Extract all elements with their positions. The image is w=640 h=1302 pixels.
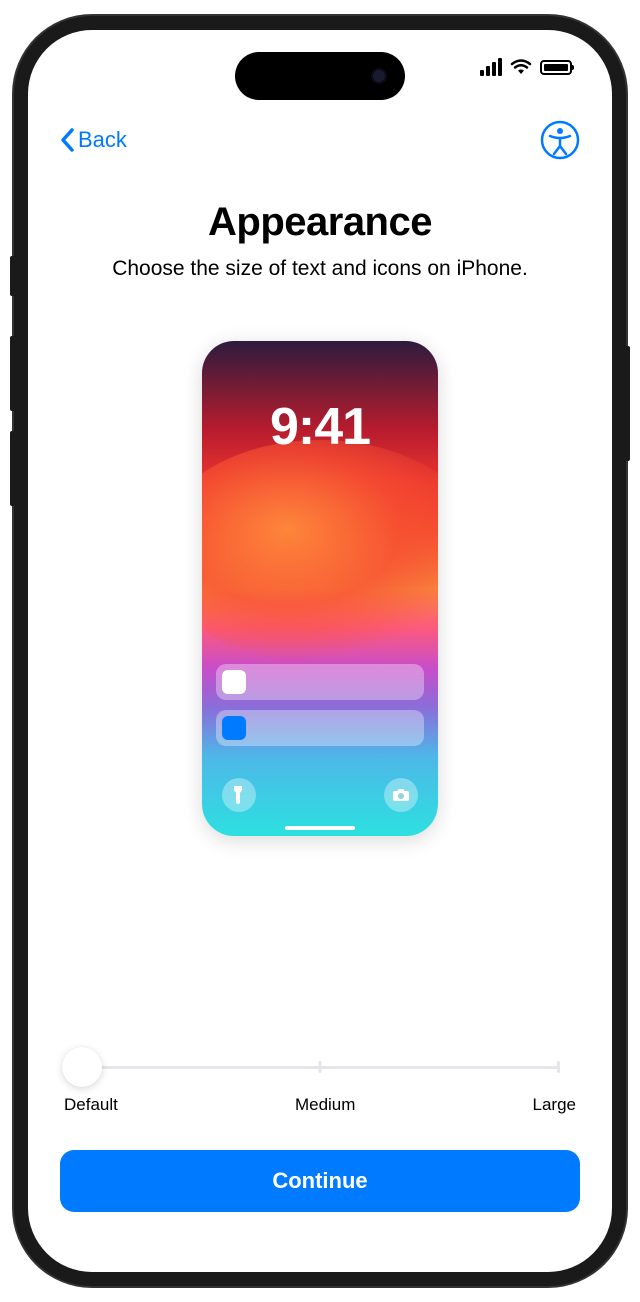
chevron-left-icon: [60, 128, 74, 152]
slider-labels: Default Medium Large: [60, 1095, 580, 1115]
wifi-icon: [510, 58, 532, 76]
back-button[interactable]: Back: [60, 127, 127, 153]
continue-button[interactable]: Continue: [60, 1150, 580, 1212]
widget-icon: [222, 670, 246, 694]
nav-bar: Back: [60, 120, 580, 160]
slider-label-medium: Medium: [295, 1095, 355, 1115]
widget-icon: [222, 716, 246, 740]
volume-down-button: [10, 431, 14, 506]
preview-time: 9:41: [202, 397, 438, 457]
volume-up-button: [10, 336, 14, 411]
battery-icon: [540, 60, 572, 75]
page-subtitle: Choose the size of text and icons on iPh…: [60, 257, 580, 281]
accessibility-icon[interactable]: [540, 120, 580, 160]
size-slider[interactable]: [60, 1047, 580, 1087]
status-bar: [480, 58, 572, 76]
camera-icon: [384, 778, 418, 812]
page-title: Appearance: [60, 200, 580, 245]
power-button: [626, 346, 630, 461]
preview-container: 9:41: [60, 341, 580, 1017]
back-label: Back: [78, 127, 127, 153]
size-slider-section: Default Medium Large: [60, 1047, 580, 1115]
slider-tick: [319, 1061, 322, 1073]
widget-row: [216, 710, 424, 746]
slider-thumb[interactable]: [62, 1047, 102, 1087]
slider-label-default: Default: [64, 1095, 118, 1115]
widget-row: [216, 664, 424, 700]
phone-preview: 9:41: [202, 341, 438, 836]
slider-tick: [557, 1061, 560, 1073]
slider-label-large: Large: [533, 1095, 576, 1115]
cellular-signal-icon: [480, 58, 502, 76]
front-camera: [371, 68, 387, 84]
flashlight-icon: [222, 778, 256, 812]
wallpaper-preview: 9:41: [202, 341, 438, 836]
screen: Back Appearance Choose the size of text …: [28, 30, 612, 1272]
mute-switch: [10, 256, 14, 296]
lock-screen-actions: [222, 778, 418, 812]
preview-widgets: [216, 664, 424, 756]
device-frame: Back Appearance Choose the size of text …: [14, 16, 626, 1286]
dynamic-island: [235, 52, 405, 100]
home-indicator: [285, 826, 355, 830]
